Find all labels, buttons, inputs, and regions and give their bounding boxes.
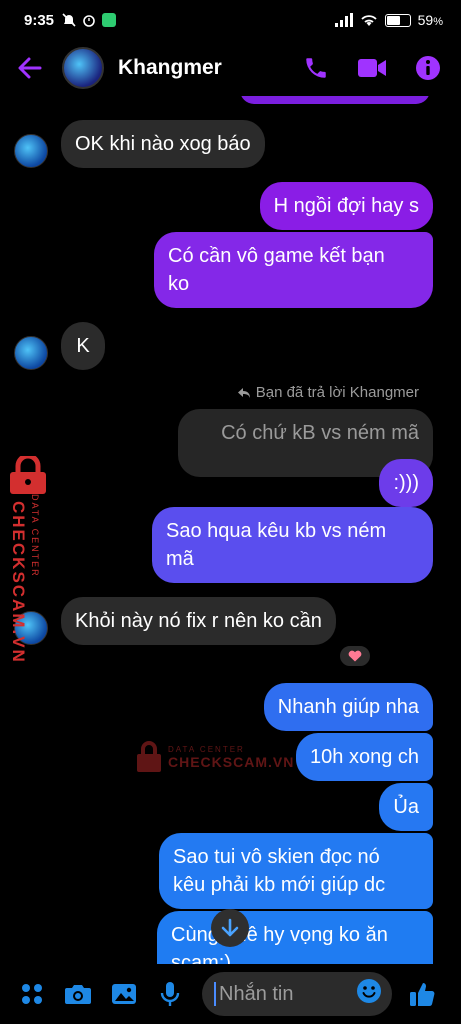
battery-level: 59 bbox=[417, 12, 434, 28]
emoji-button[interactable] bbox=[356, 978, 382, 1010]
like-button[interactable] bbox=[402, 974, 442, 1014]
voice-button[interactable] bbox=[150, 974, 190, 1014]
watermark-vertical: CHECKSCAM.VN bbox=[6, 453, 50, 664]
silent-icon bbox=[62, 13, 76, 27]
text-caret bbox=[214, 982, 216, 1006]
message-in[interactable]: K bbox=[61, 322, 105, 370]
lock-logo-icon bbox=[137, 741, 161, 772]
security-app-icon bbox=[102, 13, 117, 27]
apps-icon bbox=[22, 984, 42, 1004]
message-input-placeholder: Nhắn tin bbox=[219, 982, 294, 1005]
chat-header: Khangmer bbox=[0, 40, 461, 96]
message-in[interactable]: Khỏi này nó fix r nên ko cần bbox=[61, 597, 336, 645]
info-icon[interactable] bbox=[415, 55, 441, 81]
watermark-tag-vertical: DATA CENTER bbox=[30, 494, 40, 578]
apps-button[interactable] bbox=[12, 974, 52, 1014]
back-arrow-icon bbox=[18, 57, 42, 79]
watermark-tag: DATA CENTER bbox=[168, 744, 245, 754]
phone-icon[interactable] bbox=[303, 55, 329, 81]
message-line: ko bbox=[168, 273, 190, 295]
avatar[interactable] bbox=[14, 134, 48, 168]
message-out[interactable]: H ngồi đợi hay s bbox=[259, 182, 433, 230]
battery-icon bbox=[384, 13, 411, 27]
gallery-button[interactable] bbox=[104, 974, 144, 1014]
emoji-icon bbox=[357, 979, 381, 1003]
watermark-brand: CHECKSCAM.VN bbox=[168, 753, 295, 770]
message-line: kêu phải kb mới giúp dc bbox=[173, 874, 386, 896]
message-out[interactable]: Có cần vô game kết bạn ko bbox=[154, 232, 433, 308]
message-out[interactable]: 10h xong ch bbox=[296, 733, 433, 781]
message-out[interactable]: Sao hqua kêu kb vs ném mã bbox=[152, 507, 433, 583]
previous-message-edge bbox=[240, 96, 430, 104]
battery-unit: % bbox=[433, 16, 443, 28]
scroll-down-button[interactable] bbox=[211, 909, 249, 947]
image-icon bbox=[112, 984, 136, 1004]
signal-icon bbox=[334, 13, 353, 27]
scroll-down-icon bbox=[221, 918, 239, 937]
message-list[interactable]: OK khi nào xog báo H ngồi đợi hay s Có c… bbox=[0, 96, 461, 964]
contact-name[interactable]: Khangmer bbox=[118, 56, 222, 80]
message-out[interactable]: Nhanh giúp nha bbox=[263, 683, 433, 731]
message-line: scam:) bbox=[171, 952, 231, 964]
camera-icon bbox=[65, 985, 91, 1004]
message-out[interactable]: Ủa bbox=[379, 783, 433, 831]
message-out[interactable]: Cùng quê hy vọng ko ăn scam:) bbox=[157, 911, 433, 964]
watermark-center: DATA CENTER CHECKSCAM.VN bbox=[136, 740, 294, 774]
mic-icon bbox=[160, 982, 180, 1006]
message-input[interactable]: Nhắn tin bbox=[202, 972, 392, 1016]
wifi-icon bbox=[361, 15, 377, 26]
back-button[interactable] bbox=[14, 52, 46, 84]
message-line: Sao tui vô skien đọc nó bbox=[173, 846, 380, 868]
avatar[interactable] bbox=[14, 336, 48, 370]
reply-note-text: Bạn đã trả lời Khangmer bbox=[255, 384, 419, 401]
status-bar: 9:35 59% bbox=[0, 0, 461, 40]
watermark-brand: CHECKSCAM.VN bbox=[9, 501, 28, 664]
reply-note: Bạn đã trả lời Khangmer bbox=[237, 384, 419, 401]
message-line: Cùng quê hy vọng ko ăn bbox=[171, 924, 388, 946]
camera-button[interactable] bbox=[58, 974, 98, 1014]
heart-icon bbox=[348, 650, 362, 662]
message-line: Sao hqua kêu kb vs ném bbox=[166, 520, 387, 542]
message-out[interactable]: :))) bbox=[379, 459, 433, 507]
lock-logo-icon bbox=[10, 453, 46, 494]
like-icon bbox=[410, 983, 435, 1006]
message-in[interactable]: OK khi nào xog báo bbox=[61, 120, 265, 168]
status-time: 9:35 bbox=[24, 11, 55, 29]
contact-avatar[interactable] bbox=[62, 47, 104, 89]
message-out[interactable]: Sao tui vô skien đọc nó kêu phải kb mới … bbox=[159, 833, 433, 909]
message-line: Có cần vô game kết bạn bbox=[168, 245, 385, 267]
alarm-icon bbox=[83, 15, 95, 27]
message-line: mã bbox=[166, 548, 194, 570]
reply-icon bbox=[237, 387, 250, 398]
video-icon[interactable] bbox=[357, 57, 387, 79]
reaction-badge[interactable] bbox=[338, 644, 372, 668]
composer-bar: Nhắn tin bbox=[0, 964, 461, 1024]
